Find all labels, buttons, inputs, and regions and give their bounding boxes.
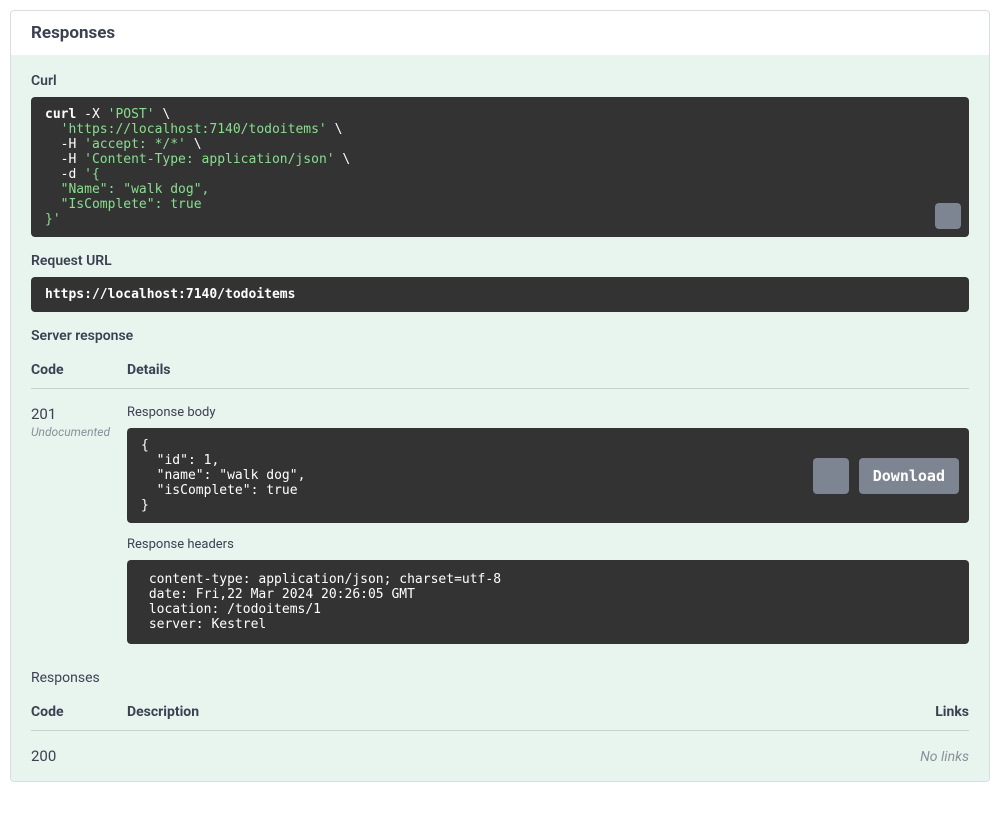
- responses-subsection-label: Responses: [31, 670, 969, 686]
- server-response-columns: Code Details: [31, 352, 969, 389]
- server-response-row: 201 Undocumented Response body { "id": 1…: [31, 389, 969, 666]
- responses-row: 200 No links: [31, 731, 969, 781]
- column-details: Details: [127, 362, 969, 378]
- response-body-code: { "id": 1, "name": "walk dog", "isComple…: [127, 428, 969, 523]
- server-response-label: Server response: [31, 328, 969, 344]
- responses-panel: Responses Curl curl -X 'POST' \ 'https:/…: [10, 10, 990, 782]
- request-url-label: Request URL: [31, 253, 969, 269]
- response-headers-label: Response headers: [127, 537, 969, 552]
- response-code-cell: 200: [31, 747, 127, 765]
- response-headers-code: content-type: application/json; charset=…: [127, 560, 969, 644]
- column-code: Code: [31, 362, 127, 378]
- download-button[interactable]: Download: [859, 458, 959, 494]
- column-code: Code: [31, 704, 127, 720]
- panel-title: Responses: [31, 23, 115, 43]
- clipboard-icon: [901, 191, 969, 237]
- response-description-cell: [127, 747, 869, 765]
- responses-columns: Code Description Links: [31, 694, 969, 731]
- curl-label: Curl: [31, 73, 969, 89]
- download-button-label: Download: [873, 467, 945, 485]
- column-description: Description: [127, 704, 869, 720]
- response-body-label: Response body: [127, 405, 969, 420]
- curl-code: curl -X 'POST' \ 'https://localhost:7140…: [31, 97, 969, 237]
- response-code: 201: [31, 405, 127, 423]
- response-code-note: Undocumented: [31, 425, 127, 439]
- panel-header: Responses: [11, 11, 989, 55]
- column-links: Links: [869, 704, 969, 720]
- curl-copy-button[interactable]: [935, 203, 961, 229]
- response-body-copy-button[interactable]: [813, 458, 849, 494]
- response-links-cell: No links: [869, 747, 969, 765]
- request-url-value: https://localhost:7140/todoitems: [31, 277, 969, 312]
- panel-body: Curl curl -X 'POST' \ 'https://localhost…: [11, 55, 989, 781]
- response-code-cell: 201 Undocumented: [31, 405, 127, 662]
- response-detail-cell: Response body { "id": 1, "name": "walk d…: [127, 405, 969, 662]
- response-code: 200: [31, 747, 127, 765]
